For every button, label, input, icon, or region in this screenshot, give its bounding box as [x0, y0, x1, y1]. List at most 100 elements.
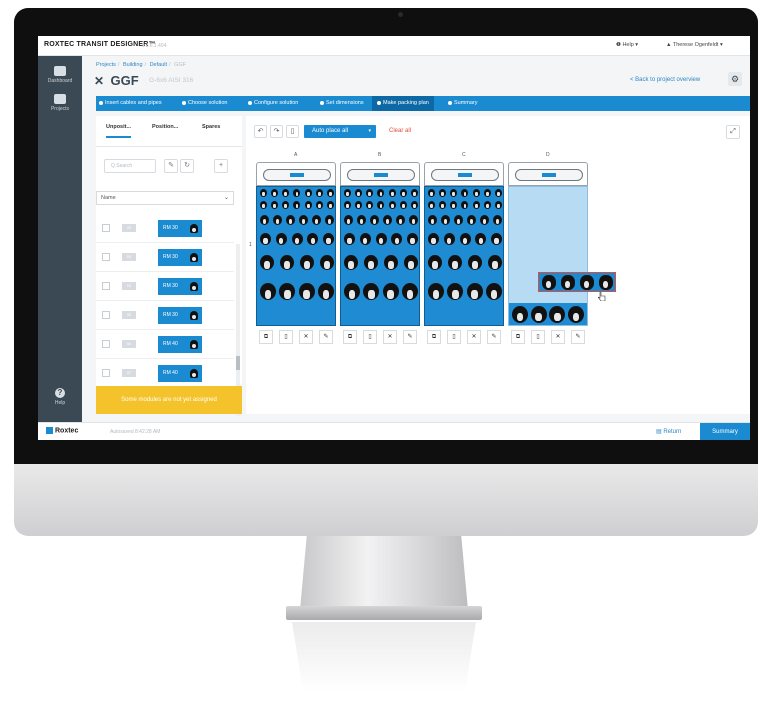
module-row: [428, 201, 502, 209]
list-item[interactable]: 07 RM 40: [96, 359, 234, 388]
tab-spares[interactable]: Spares: [202, 124, 220, 130]
back-to-project-link[interactable]: < Back to project overview: [630, 77, 700, 83]
paste-icon[interactable]: ▯: [447, 330, 461, 344]
edit-icon[interactable]: ✎: [571, 330, 585, 344]
module-hole: [399, 189, 407, 197]
step-configure-solution[interactable]: Configure solution: [248, 96, 298, 111]
undo-button[interactable]: ↶: [254, 125, 267, 138]
close-icon[interactable]: ✕: [467, 330, 481, 344]
close-icon[interactable]: ✕: [299, 330, 313, 344]
module-hole: [363, 283, 380, 300]
frame-c[interactable]: ⧉ ▯ ✕ ✎: [424, 162, 504, 358]
module-chip[interactable]: RM 30: [158, 278, 202, 295]
sort-select[interactable]: Name ⌄: [96, 191, 234, 205]
clear-all-button[interactable]: Clear all: [389, 128, 411, 134]
copy-icon[interactable]: ⧉: [511, 330, 525, 344]
settings-button[interactable]: ⚙: [728, 72, 742, 86]
module-chip[interactable]: RM 30: [158, 307, 202, 324]
edit-icon[interactable]: ✎: [403, 330, 417, 344]
refresh-button[interactable]: ↻: [180, 159, 194, 173]
close-icon[interactable]: ✕: [551, 330, 565, 344]
frame-body[interactable]: [424, 186, 504, 326]
list-item[interactable]: 06 RM 40: [96, 330, 234, 359]
module-hole: [447, 283, 464, 300]
frame-body[interactable]: [340, 186, 420, 326]
app-version: v.3.6.1.404: [142, 43, 167, 49]
imac-mockup: ROXTEC TRANSIT DESIGNER™ v.3.6.1.404 ❶ H…: [0, 0, 767, 709]
tab-positioned[interactable]: Position...: [152, 124, 178, 130]
paste-icon[interactable]: ▯: [279, 330, 293, 344]
row-checkbox[interactable]: [102, 311, 110, 319]
close-icon[interactable]: ✕: [383, 330, 397, 344]
frame-a[interactable]: ⧉ ▯ ✕ ✎: [256, 162, 336, 358]
module-hole: [441, 215, 450, 225]
redo-button[interactable]: ↷: [270, 125, 283, 138]
module-hole: [483, 201, 491, 209]
wizard-steps: Insert cables and pipes Choose solution …: [96, 96, 750, 111]
module-hole: [560, 274, 575, 290]
add-button[interactable]: +: [214, 159, 228, 173]
module-row: [344, 215, 418, 225]
module-chip[interactable]: RM 30: [158, 220, 202, 237]
step-choose-solution[interactable]: Choose solution: [182, 96, 227, 111]
edit-icon[interactable]: ✎: [487, 330, 501, 344]
paste-icon[interactable]: ▯: [531, 330, 545, 344]
delete-button[interactable]: ▯: [286, 125, 299, 138]
expand-button[interactable]: ⤢: [726, 125, 740, 139]
module-chip[interactable]: RM 40: [158, 365, 202, 382]
dragged-module[interactable]: [538, 272, 616, 292]
module-chip[interactable]: RM 40: [158, 336, 202, 353]
module-hole: [364, 255, 378, 270]
step-set-dimensions[interactable]: Set dimensions: [320, 96, 364, 111]
edit-button[interactable]: ✎: [164, 159, 178, 173]
scrollbar-thumb[interactable]: [236, 356, 240, 370]
step-insert-cables[interactable]: Insert cables and pipes: [99, 96, 162, 111]
module-hole: [326, 189, 334, 197]
nav-item-dashboard[interactable]: Dashboard: [38, 66, 82, 84]
check-icon: [182, 100, 186, 105]
frame-body[interactable]: [508, 186, 588, 326]
row-checkbox[interactable]: [102, 282, 110, 290]
module-hole: [494, 201, 502, 209]
module-chip[interactable]: RM 30: [158, 249, 202, 266]
paste-icon[interactable]: ▯: [363, 330, 377, 344]
auto-place-all-button[interactable]: Auto place all ▾: [304, 125, 376, 138]
nav-item-help[interactable]: ? Help: [38, 388, 82, 406]
copy-icon[interactable]: ⧉: [259, 330, 273, 344]
module-hole: [401, 283, 418, 300]
list-item[interactable]: 03 RM 30: [96, 243, 234, 272]
tab-unpositioned[interactable]: Unposit...: [106, 124, 132, 138]
step-summary[interactable]: Summary: [448, 96, 478, 111]
copy-icon[interactable]: ⧉: [427, 330, 441, 344]
search-input[interactable]: Q Search: [104, 159, 156, 173]
module-row: [260, 215, 334, 225]
list-item[interactable]: 04 RM 30: [96, 272, 234, 301]
copy-icon[interactable]: ⧉: [343, 330, 357, 344]
frame-body[interactable]: [256, 186, 336, 326]
summary-button[interactable]: Summary: [700, 423, 750, 440]
row-checkbox[interactable]: [102, 340, 110, 348]
step-make-packing-plan[interactable]: Make packing plan: [372, 96, 434, 111]
list-item[interactable]: 05 RM 30: [96, 301, 234, 330]
return-button[interactable]: ▤ Return: [656, 428, 681, 435]
row-checkbox[interactable]: [102, 224, 110, 232]
module-hole: [450, 201, 458, 209]
help-menu[interactable]: ❶ Help ▾: [616, 42, 638, 48]
list-item[interactable]: 02 RM 30: [96, 214, 234, 243]
module-hole: [410, 189, 418, 197]
nav-item-projects[interactable]: Projects: [38, 94, 82, 112]
module-hole: [286, 215, 295, 225]
row-checkbox[interactable]: [102, 253, 110, 261]
breadcrumb-item[interactable]: Building: [123, 62, 143, 68]
row-checkbox[interactable]: [102, 369, 110, 377]
module-hole: [260, 201, 267, 209]
user-menu[interactable]: ▲ Therese Ogenfeldt ▾: [666, 42, 723, 48]
breadcrumb-item[interactable]: Projects: [96, 62, 116, 68]
breadcrumb-item[interactable]: Default: [150, 62, 167, 68]
edit-icon[interactable]: ✎: [319, 330, 333, 344]
app-logo: ROXTEC TRANSIT DESIGNER™: [44, 41, 156, 48]
frame-d[interactable]: ⧉ ▯ ✕ ✎: [508, 162, 588, 358]
module-panel: Unposit... Position... Spares Q Search ✎…: [96, 116, 242, 416]
frame-b[interactable]: ⧉ ▯ ✕ ✎: [340, 162, 420, 358]
module-hole: [549, 305, 566, 323]
